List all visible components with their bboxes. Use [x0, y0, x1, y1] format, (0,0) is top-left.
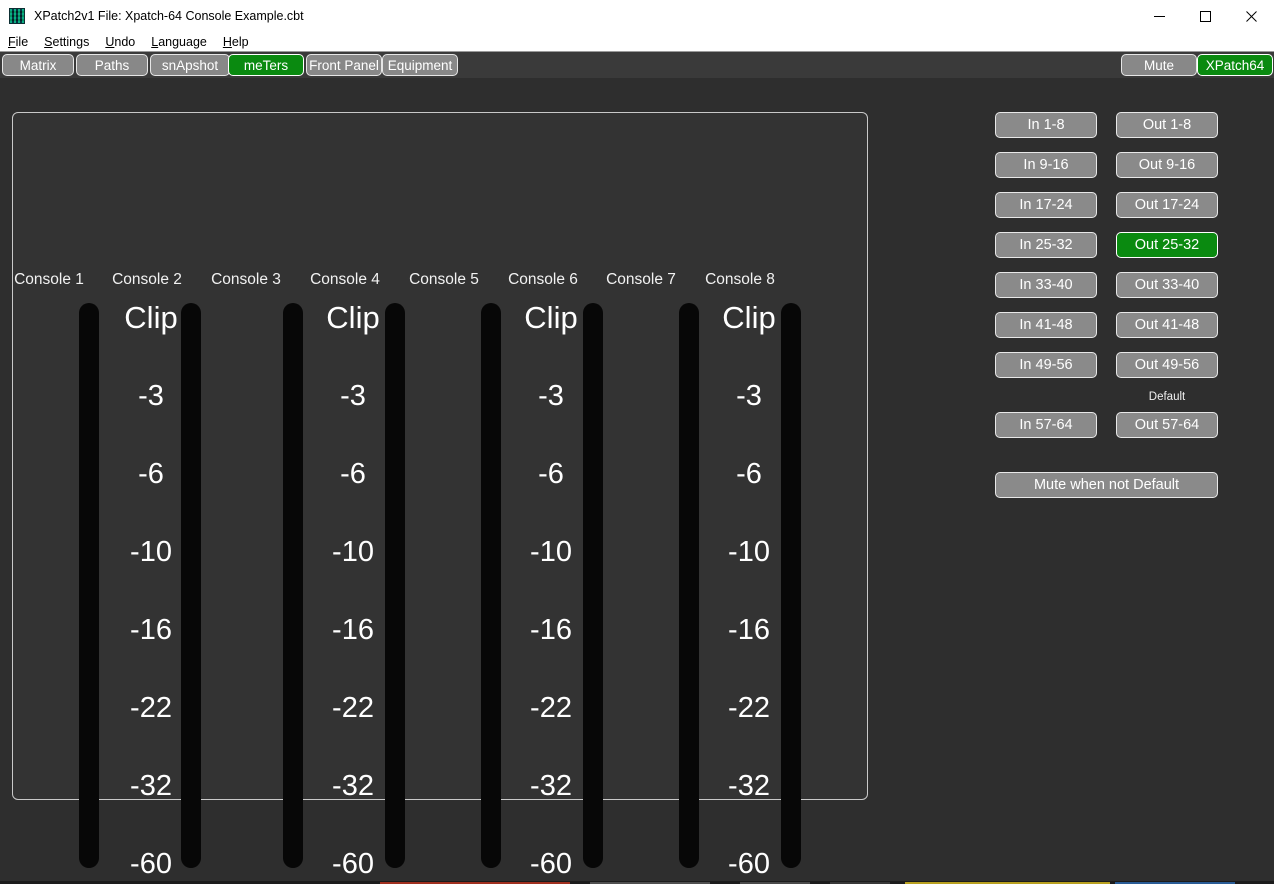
- meter-scale-label-neg16: -16: [709, 615, 789, 645]
- meter-scale-label-neg10: -10: [313, 537, 393, 567]
- console-label-4: Console 4: [290, 271, 400, 289]
- meter-scale-label-Clip: Clip: [111, 303, 191, 333]
- meter-scale-label-neg10: -10: [111, 537, 191, 567]
- out-bank-button-out-9-16[interactable]: Out 9-16: [1116, 152, 1218, 178]
- meter-scale-label-neg60: -60: [511, 849, 591, 879]
- menu-bar: FileSettingsUndoLanguageHelp: [0, 32, 1274, 52]
- meter-scale-label-neg60: -60: [111, 849, 191, 879]
- tab-equipment[interactable]: Equipment: [382, 54, 458, 76]
- in-bank-button-in-17-24[interactable]: In 17-24: [995, 192, 1097, 218]
- meter-scale-label-neg22: -22: [313, 693, 393, 723]
- meter-bar-console-6: [583, 303, 603, 868]
- maximize-button[interactable]: [1182, 0, 1228, 32]
- menu-item-settings[interactable]: Settings: [36, 35, 97, 49]
- in-bank-button-in-57-64[interactable]: In 57-64: [995, 412, 1097, 438]
- meter-scale-label-neg22: -22: [511, 693, 591, 723]
- tab-toolbar: MatrixPathssnApshotmeTersFront PanelEqui…: [0, 52, 1274, 78]
- meter-bar-console-4: [385, 303, 405, 868]
- console-label-7: Console 7: [586, 271, 696, 289]
- meter-bar-console-5: [481, 303, 501, 868]
- tab-paths[interactable]: Paths: [76, 54, 148, 76]
- meter-scale-label-Clip: Clip: [313, 303, 393, 333]
- meter-scale-label-neg32: -32: [313, 771, 393, 801]
- meter-scale-label-neg3: -3: [111, 381, 191, 411]
- meter-panel: Console 1Console 2Console 3Console 4Cons…: [12, 112, 868, 800]
- meter-scale-label-neg6: -6: [313, 459, 393, 489]
- meter-scale-label-neg3: -3: [511, 381, 591, 411]
- window-title-bar: XPatch2v1 File: Xpatch-64 Console Exampl…: [0, 0, 1274, 33]
- meter-scale-label-neg10: -10: [709, 537, 789, 567]
- meter-scale-label-neg60: -60: [709, 849, 789, 879]
- meter-scale-label-neg32: -32: [709, 771, 789, 801]
- meter-scale-label-neg16: -16: [511, 615, 591, 645]
- xpatch64-button[interactable]: XPatch64: [1197, 54, 1273, 76]
- meter-bar-console-8: [781, 303, 801, 868]
- meter-scale-label-neg10: -10: [511, 537, 591, 567]
- minimize-button[interactable]: [1136, 0, 1182, 32]
- tab-front-panel[interactable]: Front Panel: [306, 54, 382, 76]
- console-label-1: Console 1: [0, 271, 104, 289]
- tab-matrix[interactable]: Matrix: [2, 54, 74, 76]
- meter-scale-label-neg6: -6: [511, 459, 591, 489]
- window-title: XPatch2v1 File: Xpatch-64 Console Exampl…: [34, 9, 304, 23]
- console-label-6: Console 6: [488, 271, 598, 289]
- in-bank-button-in-25-32[interactable]: In 25-32: [995, 232, 1097, 258]
- default-label: Default: [1116, 391, 1218, 403]
- in-bank-button-in-33-40[interactable]: In 33-40: [995, 272, 1097, 298]
- mute-button[interactable]: Mute: [1121, 54, 1197, 76]
- meter-scale-label-neg16: -16: [111, 615, 191, 645]
- menu-item-file[interactable]: File: [0, 35, 36, 49]
- meter-bar-console-7: [679, 303, 699, 868]
- meter-bar-console-3: [283, 303, 303, 868]
- out-bank-button-out-57-64[interactable]: Out 57-64: [1116, 412, 1218, 438]
- meter-scale-label-neg22: -22: [709, 693, 789, 723]
- meter-scale-label-neg6: -6: [709, 459, 789, 489]
- app-grid-icon: [9, 8, 25, 24]
- meter-scale-label-neg32: -32: [511, 771, 591, 801]
- out-bank-button-out-41-48[interactable]: Out 41-48: [1116, 312, 1218, 338]
- in-bank-button-in-41-48[interactable]: In 41-48: [995, 312, 1097, 338]
- meter-scale-label-neg3: -3: [313, 381, 393, 411]
- out-bank-button-out-17-24[interactable]: Out 17-24: [1116, 192, 1218, 218]
- meter-scale-label-neg60: -60: [313, 849, 393, 879]
- out-bank-button-out-25-32[interactable]: Out 25-32: [1116, 232, 1218, 258]
- meter-scale-label-Clip: Clip: [709, 303, 789, 333]
- menu-item-language[interactable]: Language: [143, 35, 215, 49]
- meter-scale-label-neg16: -16: [313, 615, 393, 645]
- mute-when-not-default-button[interactable]: Mute when not Default: [995, 472, 1218, 498]
- tab-snapshot[interactable]: snApshot: [150, 54, 230, 76]
- out-bank-button-out-33-40[interactable]: Out 33-40: [1116, 272, 1218, 298]
- in-bank-button-in-1-8[interactable]: In 1-8: [995, 112, 1097, 138]
- meter-bar-console-2: [181, 303, 201, 868]
- meter-scale-label-neg32: -32: [111, 771, 191, 801]
- console-label-8: Console 8: [685, 271, 795, 289]
- console-label-3: Console 3: [191, 271, 301, 289]
- out-bank-button-out-1-8[interactable]: Out 1-8: [1116, 112, 1218, 138]
- meter-scale-label-neg6: -6: [111, 459, 191, 489]
- menu-item-help[interactable]: Help: [215, 35, 257, 49]
- meter-scale-label-neg3: -3: [709, 381, 789, 411]
- window-controls: [1136, 0, 1274, 32]
- meter-scale-label-Clip: Clip: [511, 303, 591, 333]
- console-label-2: Console 2: [92, 271, 202, 289]
- meter-scale-label-neg22: -22: [111, 693, 191, 723]
- meter-bar-console-1: [79, 303, 99, 868]
- in-bank-button-in-9-16[interactable]: In 9-16: [995, 152, 1097, 178]
- in-bank-button-in-49-56[interactable]: In 49-56: [995, 352, 1097, 378]
- console-label-5: Console 5: [389, 271, 499, 289]
- out-bank-button-out-49-56[interactable]: Out 49-56: [1116, 352, 1218, 378]
- close-button[interactable]: [1228, 0, 1274, 32]
- menu-item-undo[interactable]: Undo: [97, 35, 143, 49]
- tab-meters[interactable]: meTers: [228, 54, 304, 76]
